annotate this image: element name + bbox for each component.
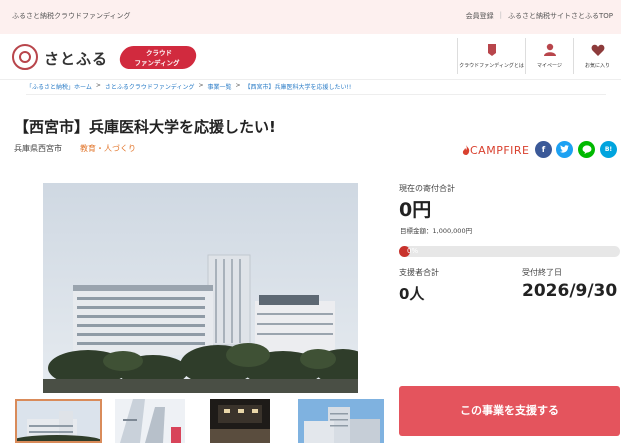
breadcrumb-separator: >	[235, 82, 241, 89]
thumbnail-4[interactable]	[298, 399, 384, 443]
hatena-icon[interactable]: B!	[600, 141, 617, 158]
satofull-logo-icon[interactable]	[12, 44, 38, 70]
progress-bar: 0%	[399, 246, 620, 257]
nav-label: クラウドファンディングとは	[459, 63, 524, 69]
nav-label: マイページ	[537, 63, 562, 69]
breadcrumb-project-list[interactable]: 事業一覧	[207, 82, 231, 91]
badge-line2: ファンディング	[134, 59, 180, 67]
breadcrumb-separator: >	[198, 82, 204, 89]
facebook-icon[interactable]: f	[535, 141, 552, 158]
heart-icon	[591, 44, 604, 56]
breadcrumb: 「ふるさと納税」ホーム > さとふるクラウドファンディング > 事業一覧 > 【…	[26, 82, 351, 91]
nav-mypage[interactable]: マイページ	[525, 38, 573, 74]
thumbnail-1[interactable]	[15, 399, 102, 443]
nav-about-crowdfunding[interactable]: クラウドファンディングとは	[457, 38, 525, 74]
site-header: さとふる クラウド ファンディング クラウドファンディングとは マイページ お気…	[0, 34, 621, 80]
divider	[26, 94, 606, 95]
campfire-logo: CAMPFIRE	[462, 144, 530, 157]
thumbnail-3[interactable]	[210, 399, 270, 443]
register-link[interactable]: 会員登録	[466, 11, 494, 21]
target-amount: 目標金額：1,000,000円	[400, 227, 473, 235]
badge-line1: クラウド	[145, 49, 172, 57]
platform-name: CAMPFIRE	[470, 144, 530, 157]
project-category[interactable]: 教育・人づくり	[80, 143, 136, 154]
breadcrumb-crowdfunding[interactable]: さとふるクラウドファンディング	[105, 82, 195, 91]
logo-text[interactable]: さとふる	[44, 48, 108, 69]
satofull-top-link[interactable]: ふるさと納税サイトさとふるTOP	[508, 11, 613, 21]
support-button[interactable]: この事業を支援する	[399, 386, 620, 436]
crowdfunding-badge[interactable]: クラウド ファンディング	[117, 46, 199, 69]
thumbnail-2[interactable]	[115, 399, 185, 443]
donation-value: 0円	[399, 199, 432, 221]
deadline-value: 2026/9/30	[522, 281, 618, 301]
breadcrumb-current[interactable]: 【西宮市】兵庫医科大学を応援したい!!	[245, 82, 352, 91]
twitter-icon[interactable]	[556, 141, 573, 158]
supporters-value: 0人	[399, 285, 425, 303]
nav-label: お気に入り	[584, 63, 610, 69]
nav-favorites[interactable]: お気に入り	[573, 38, 621, 74]
site-label: ふるさと納税クラウドファンディング	[12, 12, 131, 20]
project-location: 兵庫県西宮市	[14, 144, 62, 153]
progress-percent: 0%	[407, 247, 419, 255]
project-title: 【西宮市】兵庫医科大学を応援したい!	[14, 118, 276, 136]
breadcrumb-separator: >	[95, 82, 101, 89]
crowdfunding-icon	[487, 44, 496, 56]
header-nav: クラウドファンディングとは マイページ お気に入り	[457, 38, 621, 74]
top-links-divider: |	[499, 11, 502, 19]
flame-icon	[462, 145, 470, 155]
breadcrumb-home[interactable]: 「ふるさと納税」ホーム	[26, 82, 92, 91]
top-links: 会員登録 | ふるさと納税サイトさとふるTOP	[466, 11, 613, 21]
project-main-image[interactable]	[43, 183, 358, 393]
line-icon[interactable]	[578, 141, 595, 158]
deadline-label: 受付終了日	[522, 268, 562, 277]
supporters-label: 支援者合計	[399, 268, 439, 277]
user-icon	[543, 43, 556, 56]
top-bar: ふるさと納税クラウドファンディング 会員登録 | ふるさと納税サイトさとふるTO…	[0, 0, 621, 34]
donation-label: 現在の寄付合計	[399, 184, 455, 193]
